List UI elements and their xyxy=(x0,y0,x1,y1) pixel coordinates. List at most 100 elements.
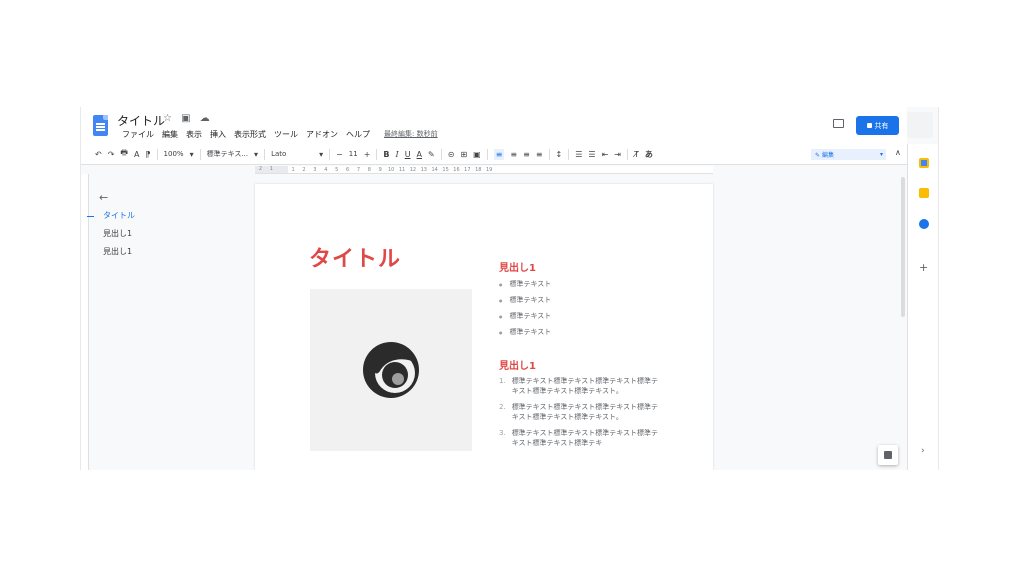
font-size-plus-icon[interactable]: + xyxy=(364,150,371,159)
menu-format[interactable]: 表示形式 xyxy=(233,129,267,140)
menu-bar: ファイル 編集 表示 挿入 表示形式 ツール アドオン ヘルプ 最終編集: 数秒… xyxy=(121,129,439,140)
ruler-tick: 1 xyxy=(265,166,277,173)
decrease-indent-icon[interactable]: ⇤ xyxy=(602,150,609,159)
star-move-cloud-icons[interactable]: ☆ ▣ ☁ xyxy=(163,113,213,124)
menu-help[interactable]: ヘルプ xyxy=(345,129,371,140)
menu-edit[interactable]: 編集 xyxy=(161,129,179,140)
list-number: 3. xyxy=(499,429,506,437)
last-edit-link[interactable]: 最終編集: 数秒前 xyxy=(383,129,439,140)
italic-button[interactable]: I xyxy=(396,150,399,159)
add-comment-icon[interactable]: ⊞ xyxy=(460,150,467,159)
font-size-input[interactable]: 11 xyxy=(349,150,358,158)
heading-1: 見出し1 xyxy=(499,263,536,274)
document-page[interactable]: タイトル 見出し1 標準テキスト 標準テキスト 標準テキスト 標準テキスト 見出… xyxy=(255,184,713,470)
outline-item-heading[interactable]: 見出し1 xyxy=(87,229,135,247)
vertical-scrollbar[interactable] xyxy=(901,177,905,317)
horizontal-ruler[interactable]: 2 1 1 2 3 4 5 6 7 8 9 10 11 12 13 14 15 16 17 18 19 xyxy=(255,166,713,174)
share-button[interactable]: 共有 xyxy=(856,116,899,135)
bulleted-list-icon[interactable]: ☰ xyxy=(588,150,595,159)
align-justify-icon[interactable]: ≡ xyxy=(536,150,543,159)
add-addon-icon[interactable]: + xyxy=(919,261,928,274)
page-title: タイトル xyxy=(309,247,402,272)
document-title[interactable]: タイトル xyxy=(117,112,165,129)
ruler-tick: 10 xyxy=(387,166,395,173)
document-outline: タイトル 見出し1 見出し1 xyxy=(87,211,135,265)
chevron-down-icon: ▾ xyxy=(879,151,883,158)
list-item: 標準テキスト xyxy=(499,276,552,292)
lock-icon xyxy=(866,123,872,128)
tasks-icon[interactable] xyxy=(919,219,929,229)
collapse-menu-icon[interactable]: ∧ xyxy=(895,148,901,157)
ruler-tick: 2 xyxy=(255,166,266,173)
ruler-tick xyxy=(276,166,288,173)
expand-panel-icon[interactable]: › xyxy=(921,446,925,456)
style-select[interactable]: 標準テキス... xyxy=(207,149,248,159)
input-tools-icon[interactable]: あ xyxy=(645,149,653,160)
chevron-down-icon: ▾ xyxy=(254,149,259,159)
list-item: 2. 標準テキスト標準テキスト標準テキスト標準テキスト標準テキスト標準テキスト。 xyxy=(499,402,659,422)
divider xyxy=(568,148,570,160)
underline-button[interactable]: U xyxy=(405,150,411,159)
menu-addons[interactable]: アドオン xyxy=(305,129,339,140)
logo-image-icon xyxy=(363,342,419,398)
divider xyxy=(156,148,158,160)
bold-button[interactable]: B xyxy=(383,150,389,159)
menu-file[interactable]: ファイル xyxy=(121,129,155,140)
undo-icon[interactable]: ↶ xyxy=(95,150,102,159)
font-select[interactable]: Lato xyxy=(271,150,313,158)
ruler-tick: 13 xyxy=(420,166,427,173)
font-size-minus-icon[interactable]: − xyxy=(336,150,343,159)
paint-format-icon[interactable]: ⁋ xyxy=(145,150,150,159)
ruler-tick: 5 xyxy=(335,166,339,173)
text-color-button[interactable]: A xyxy=(417,150,422,159)
align-right-icon[interactable]: ≡ xyxy=(523,150,530,159)
list-text: 標準テキスト標準テキスト標準テキスト標準テキスト標準テキスト標準テキスト。 xyxy=(511,377,659,395)
increase-indent-icon[interactable]: ⇥ xyxy=(614,150,621,159)
editing-mode-select[interactable]: ✎ 編集 ▾ xyxy=(811,149,886,160)
numbered-list: 1. 標準テキスト標準テキスト標準テキスト標準テキスト標準テキスト標準テキスト。… xyxy=(499,376,659,454)
list-item: 標準テキスト xyxy=(499,308,552,324)
outline-item-title[interactable]: タイトル xyxy=(87,211,135,229)
divider xyxy=(486,148,488,160)
print-icon[interactable]: 🖶 xyxy=(120,147,128,161)
back-arrow-icon[interactable]: ← xyxy=(99,191,108,204)
list-text: 標準テキスト標準テキスト標準テキスト標準テキスト標準テキスト標準テキスト。 xyxy=(511,403,659,421)
chevron-down-icon: ▾ xyxy=(189,149,194,159)
list-number: 1. xyxy=(499,377,506,385)
toolbar: ↶ ↷ 🖶 A ⁋ 100% ▾ 標準テキス... ▾ Lato ▾ − 11 … xyxy=(81,144,907,165)
checklist-icon[interactable]: ☰ xyxy=(575,150,582,159)
clear-formatting-icon[interactable]: T̸ xyxy=(634,150,639,159)
comment-history-icon[interactable] xyxy=(833,119,844,128)
keep-icon[interactable] xyxy=(919,188,929,198)
redo-icon[interactable]: ↷ xyxy=(108,150,115,159)
link-icon[interactable]: ⊝ xyxy=(448,150,455,159)
divider xyxy=(199,148,201,160)
ruler-tick: 2 xyxy=(302,166,306,173)
image-placeholder[interactable] xyxy=(310,289,472,451)
divider xyxy=(376,148,378,160)
ruler-tick: 4 xyxy=(324,166,328,173)
explore-button[interactable] xyxy=(878,445,898,465)
avatar[interactable] xyxy=(907,112,933,138)
ruler-tick: 12 xyxy=(409,166,417,173)
ruler-tick: 11 xyxy=(398,166,406,173)
zoom-select[interactable]: 100% xyxy=(164,150,184,158)
menu-insert[interactable]: 挿入 xyxy=(209,129,227,140)
spellcheck-icon[interactable]: A xyxy=(134,150,139,159)
line-spacing-icon[interactable]: ↕ xyxy=(556,150,563,159)
menu-view[interactable]: 表示 xyxy=(185,129,203,140)
ruler-tick: 9 xyxy=(378,166,382,173)
explore-icon xyxy=(884,451,892,459)
menu-tools[interactable]: ツール xyxy=(273,129,299,140)
insert-image-icon[interactable]: ▣ xyxy=(473,150,481,159)
outline-item-heading[interactable]: 見出し1 xyxy=(87,247,135,265)
align-left-icon[interactable]: ≡ xyxy=(493,148,505,160)
list-text: 標準テキスト標準テキスト標準テキスト標準テキスト標準テキスト標準テキ xyxy=(511,429,659,447)
highlight-icon[interactable]: ✎ xyxy=(428,150,435,159)
side-panel: + › xyxy=(907,144,938,470)
calendar-icon[interactable] xyxy=(919,158,929,168)
align-center-icon[interactable]: ≡ xyxy=(510,150,517,159)
list-item: 標準テキスト xyxy=(499,324,552,340)
share-label: 共有 xyxy=(874,121,889,130)
docs-logo-icon[interactable] xyxy=(93,115,108,136)
